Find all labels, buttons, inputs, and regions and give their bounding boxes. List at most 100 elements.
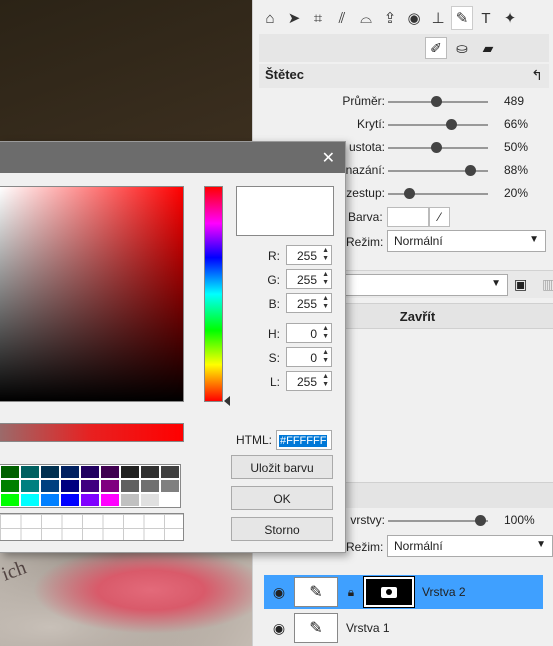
stamp-icon[interactable]: ⊥ bbox=[427, 6, 449, 30]
eye-icon[interactable]: ◉ bbox=[403, 6, 425, 30]
eraser-icon[interactable]: ▰ bbox=[477, 37, 499, 59]
slider-opacity[interactable]: Krytí: 66% bbox=[252, 114, 553, 136]
slider-track[interactable] bbox=[388, 165, 488, 176]
field-input[interactable]: 0 ▲ ▼ bbox=[286, 323, 332, 343]
slider-thumb[interactable] bbox=[431, 96, 442, 107]
palette-swatch[interactable] bbox=[100, 465, 120, 479]
layer-mode-select[interactable]: Normální ▼ bbox=[387, 535, 553, 557]
spin-icon[interactable]: ▲ ▼ bbox=[322, 325, 329, 341]
palette-swatch[interactable] bbox=[60, 479, 80, 493]
blue-field: B: 255 ▲ ▼ bbox=[230, 293, 340, 315]
lasso-icon[interactable]: ⌓ bbox=[355, 6, 377, 30]
saturation-lightness-field[interactable] bbox=[0, 186, 184, 402]
palette-swatch[interactable] bbox=[0, 493, 20, 507]
bucket-icon[interactable]: ⛀ bbox=[451, 37, 473, 59]
spin-icon[interactable]: ▲ ▼ bbox=[322, 373, 329, 389]
magic-icon[interactable]: ✦ bbox=[499, 6, 521, 30]
palette-swatch[interactable] bbox=[120, 465, 140, 479]
lock-icon[interactable]: 🔒︎ bbox=[342, 585, 360, 600]
slider-track[interactable] bbox=[388, 515, 488, 526]
palette-swatch[interactable] bbox=[80, 493, 100, 507]
pointer-icon[interactable]: ➤ bbox=[283, 6, 305, 30]
field-input[interactable]: 255 ▲ ▼ bbox=[286, 245, 332, 265]
palette-swatch[interactable] bbox=[140, 479, 160, 493]
text-icon[interactable]: T bbox=[475, 6, 497, 30]
field-label: B: bbox=[268, 297, 280, 311]
hue-marker-icon[interactable] bbox=[224, 396, 230, 406]
slider-track[interactable] bbox=[388, 188, 488, 199]
spin-icon[interactable]: ▲ ▼ bbox=[322, 271, 329, 287]
canvas-photo-lower[interactable] bbox=[0, 553, 252, 646]
upload-icon[interactable]: ⇪ bbox=[379, 6, 401, 30]
slider-track[interactable] bbox=[388, 142, 488, 153]
palette-swatch[interactable] bbox=[40, 493, 60, 507]
field-input[interactable]: 255 ▲ ▼ bbox=[286, 269, 332, 289]
palette-swatch[interactable] bbox=[80, 465, 100, 479]
palette-swatch[interactable] bbox=[120, 493, 140, 507]
reset-arrow-icon[interactable]: ↰ bbox=[531, 67, 543, 84]
palette-swatch[interactable] bbox=[140, 493, 160, 507]
palette-swatch[interactable] bbox=[40, 465, 60, 479]
brush-color-swatch[interactable] bbox=[387, 207, 429, 227]
field-input[interactable]: 0 ▲ ▼ bbox=[286, 347, 332, 367]
visibility-eye-icon[interactable]: ◉ bbox=[264, 584, 294, 601]
ok-button[interactable]: OK bbox=[231, 486, 333, 510]
save-color-button[interactable]: Uložit barvu bbox=[231, 455, 333, 479]
brush-mode-select[interactable]: Normální ▼ bbox=[387, 230, 546, 252]
palette-swatch[interactable] bbox=[160, 465, 180, 479]
dialog-titlebar[interactable]: ✕ bbox=[0, 142, 345, 173]
spin-icon[interactable]: ▲ ▼ bbox=[322, 295, 329, 311]
slider-thumb[interactable] bbox=[465, 165, 476, 176]
palette-swatch[interactable] bbox=[20, 465, 40, 479]
spin-icon[interactable]: ▲ ▼ bbox=[322, 349, 329, 365]
field-input[interactable]: 255 ▲ ▼ bbox=[286, 371, 332, 391]
slider-label: vrstvy: bbox=[350, 513, 385, 527]
delete-preset-icon[interactable]: ▥ bbox=[542, 276, 553, 293]
palette-swatch[interactable] bbox=[120, 479, 140, 493]
cancel-button[interactable]: Storno bbox=[231, 517, 333, 541]
slider-thumb[interactable] bbox=[475, 515, 486, 526]
spin-icon[interactable]: ▲ ▼ bbox=[322, 247, 329, 263]
palette-swatch[interactable] bbox=[40, 479, 60, 493]
palette-swatch[interactable] bbox=[100, 479, 120, 493]
close-icon[interactable]: ✕ bbox=[322, 148, 335, 168]
html-hex-input[interactable]: #FFFFFF bbox=[276, 430, 332, 450]
palette-swatch[interactable] bbox=[80, 479, 100, 493]
palette-swatch[interactable] bbox=[20, 493, 40, 507]
slider-thumb[interactable] bbox=[404, 188, 415, 199]
perspective-icon[interactable]: ⫽ bbox=[331, 6, 353, 30]
alpha-gradient-bar[interactable] bbox=[0, 423, 184, 442]
palette-swatch[interactable] bbox=[60, 493, 80, 507]
slider-label: zestup: bbox=[346, 186, 385, 200]
eyedropper-icon[interactable]: ⁄ bbox=[429, 207, 450, 227]
layer-row[interactable]: ◉ ✎ 🔒︎ Vrstva 2 bbox=[264, 575, 543, 609]
palette-swatch[interactable] bbox=[140, 465, 160, 479]
brush-icon[interactable]: ✐ bbox=[425, 37, 447, 59]
slider-track[interactable] bbox=[388, 96, 488, 107]
field-label: G: bbox=[267, 273, 280, 287]
crop-icon[interactable]: ⌗ bbox=[307, 6, 329, 30]
layer-thumbnail[interactable]: ✎ bbox=[294, 613, 338, 643]
brush-bucket-icon[interactable]: ✎ bbox=[451, 6, 473, 30]
field-input[interactable]: 255 ▲ ▼ bbox=[286, 293, 332, 313]
layer-row[interactable]: ◉ ✎ Vrstva 1 bbox=[264, 611, 543, 645]
palette-swatch[interactable] bbox=[0, 479, 20, 493]
palette-swatch[interactable] bbox=[100, 493, 120, 507]
slider-label: Průměr: bbox=[342, 94, 385, 108]
slider-diameter[interactable]: Průměr: 489 bbox=[252, 91, 553, 113]
slider-thumb[interactable] bbox=[431, 142, 442, 153]
palette-swatch[interactable] bbox=[20, 479, 40, 493]
palette-swatch[interactable] bbox=[0, 465, 20, 479]
layer-thumbnail[interactable]: ✎ bbox=[294, 577, 338, 607]
layer-mask-thumbnail[interactable] bbox=[363, 576, 415, 608]
custom-color-palette[interactable] bbox=[0, 513, 184, 541]
hue-slider[interactable] bbox=[204, 186, 223, 402]
slider-thumb[interactable] bbox=[446, 119, 457, 130]
visibility-eye-icon[interactable]: ◉ bbox=[264, 620, 294, 637]
palette-swatch[interactable] bbox=[160, 479, 180, 493]
palette-swatch[interactable] bbox=[60, 465, 80, 479]
palette-swatch[interactable] bbox=[160, 493, 180, 507]
slider-track[interactable] bbox=[388, 119, 488, 130]
save-preset-icon[interactable]: ▣ bbox=[514, 276, 527, 293]
home-icon[interactable]: ⌂ bbox=[259, 6, 281, 30]
